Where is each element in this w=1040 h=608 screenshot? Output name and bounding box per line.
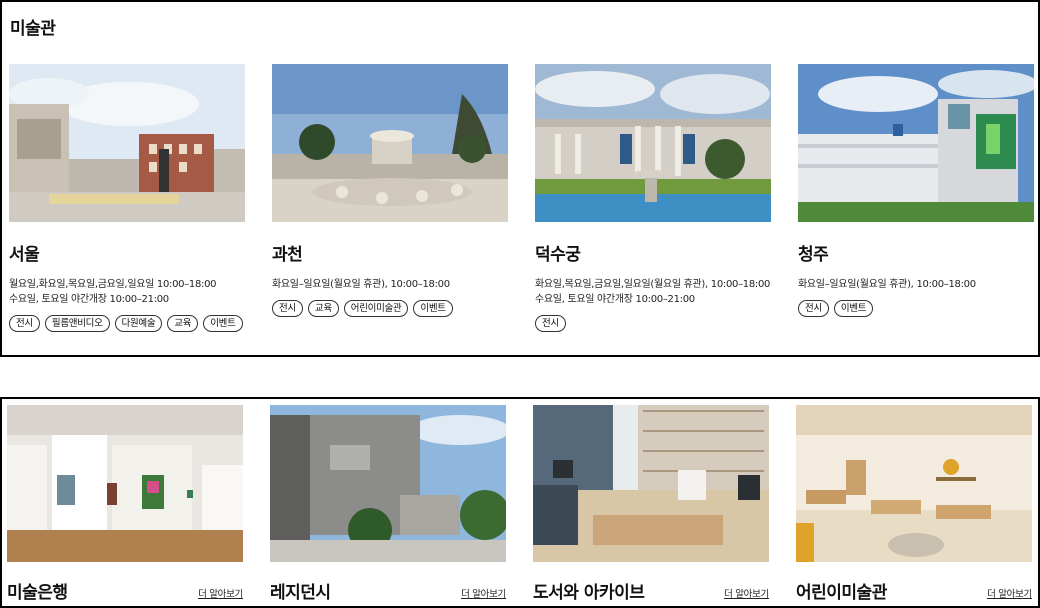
museum-name[interactable]: 서울	[9, 240, 245, 265]
facility-photo-library-archive[interactable]	[533, 405, 769, 562]
museum-photo-deoksugung[interactable]	[535, 64, 771, 222]
museum-hours: 화요일,목요일,금요일,일요일(월요일 휴관), 10:00–18:00 수요일…	[535, 277, 771, 307]
tag-film-video[interactable]: 필름앤비디오	[44, 315, 110, 332]
facility-card-childrens-museum[interactable]: 어린이미술관 더 알아보기	[796, 405, 1032, 603]
facility-name[interactable]: 어린이미술관	[796, 578, 887, 603]
museum-name[interactable]: 과천	[272, 240, 508, 265]
museum-hours: 월요일,화요일,목요일,금요일,일요일 10:00–18:00 수요일, 토요일…	[9, 277, 245, 307]
museum-hours: 화요일–일요일(월요일 휴관), 10:00–18:00	[798, 277, 1034, 292]
facilities-section: 미술은행 더 알아보기 레지던시 더 알아보기 도서와 아카이브 더 알아보기 …	[0, 397, 1040, 608]
museum-card-gwacheon[interactable]: 과천 화요일–일요일(월요일 휴관), 10:00–18:00 전시 교육 어린…	[272, 64, 508, 317]
tag-education[interactable]: 교육	[307, 300, 339, 317]
tag-event[interactable]: 이벤트	[413, 300, 453, 317]
facility-name[interactable]: 도서와 아카이브	[533, 578, 645, 603]
hours-line: 수요일, 토요일 야간개장 10:00–21:00	[535, 294, 695, 305]
facility-photo-residency[interactable]	[270, 405, 506, 562]
tag-event[interactable]: 이벤트	[833, 300, 874, 317]
facility-name[interactable]: 레지던시	[270, 578, 331, 603]
learn-more-link[interactable]: 더 알아보기	[987, 586, 1032, 603]
tag-list: 전시 교육 어린이미술관 이벤트	[272, 300, 508, 317]
tag-exhibition[interactable]: 전시	[272, 300, 303, 317]
facility-card-residency[interactable]: 레지던시 더 알아보기	[270, 405, 506, 603]
learn-more-link[interactable]: 더 알아보기	[461, 586, 506, 603]
tag-list: 전시 이벤트	[798, 300, 1034, 317]
hours-line: 수요일, 토요일 야간개장 10:00–21:00	[9, 294, 169, 305]
learn-more-link[interactable]: 더 알아보기	[724, 586, 769, 603]
tag-exhibition[interactable]: 전시	[9, 315, 40, 332]
museum-photo-gwacheon[interactable]	[272, 64, 508, 222]
facility-card-library-archive[interactable]: 도서와 아카이브 더 알아보기	[533, 405, 769, 603]
tag-event[interactable]: 이벤트	[203, 315, 243, 332]
museum-name[interactable]: 덕수궁	[535, 240, 771, 265]
hours-line: 월요일,화요일,목요일,금요일,일요일 10:00–18:00	[9, 279, 217, 290]
hours-line: 화요일,목요일,금요일,일요일(월요일 휴관), 10:00–18:00	[535, 279, 771, 290]
facility-photo-art-bank[interactable]	[7, 405, 243, 562]
facility-name[interactable]: 미술은행	[7, 578, 68, 603]
section-title: 미술관	[10, 19, 56, 39]
tag-exhibition[interactable]: 전시	[798, 300, 829, 317]
hours-line: 화요일–일요일(월요일 휴관), 10:00–18:00	[798, 279, 976, 290]
tag-list: 전시	[535, 315, 771, 332]
museum-card-cheongju[interactable]: 청주 화요일–일요일(월요일 휴관), 10:00–18:00 전시 이벤트	[798, 64, 1034, 317]
tag-list: 전시 필름앤비디오 다원예술 교육 이벤트	[9, 315, 245, 332]
learn-more-link[interactable]: 더 알아보기	[198, 586, 243, 603]
hours-line: 화요일–일요일(월요일 휴관), 10:00–18:00	[272, 279, 450, 290]
tag-exhibition[interactable]: 전시	[535, 315, 566, 332]
facility-card-art-bank[interactable]: 미술은행 더 알아보기	[7, 405, 243, 603]
facility-photo-childrens-museum[interactable]	[796, 405, 1032, 562]
museum-photo-seoul[interactable]	[9, 64, 245, 222]
museum-hours: 화요일–일요일(월요일 휴관), 10:00–18:00	[272, 277, 508, 292]
museum-photo-cheongju[interactable]	[798, 64, 1034, 222]
tag-childrens-museum[interactable]: 어린이미술관	[343, 300, 409, 317]
tag-education[interactable]: 교육	[167, 315, 199, 332]
museum-card-deoksugung[interactable]: 덕수궁 화요일,목요일,금요일,일요일(월요일 휴관), 10:00–18:00…	[535, 64, 771, 332]
museum-card-seoul[interactable]: 서울 월요일,화요일,목요일,금요일,일요일 10:00–18:00 수요일, …	[9, 64, 245, 332]
tag-multidisciplinary-art[interactable]: 다원예술	[114, 315, 163, 332]
museums-section: 미술관 서울 월요일,화요일,목요일,금요일,일요일 10:00–18:00 수…	[0, 0, 1040, 357]
museum-name[interactable]: 청주	[798, 240, 1034, 265]
